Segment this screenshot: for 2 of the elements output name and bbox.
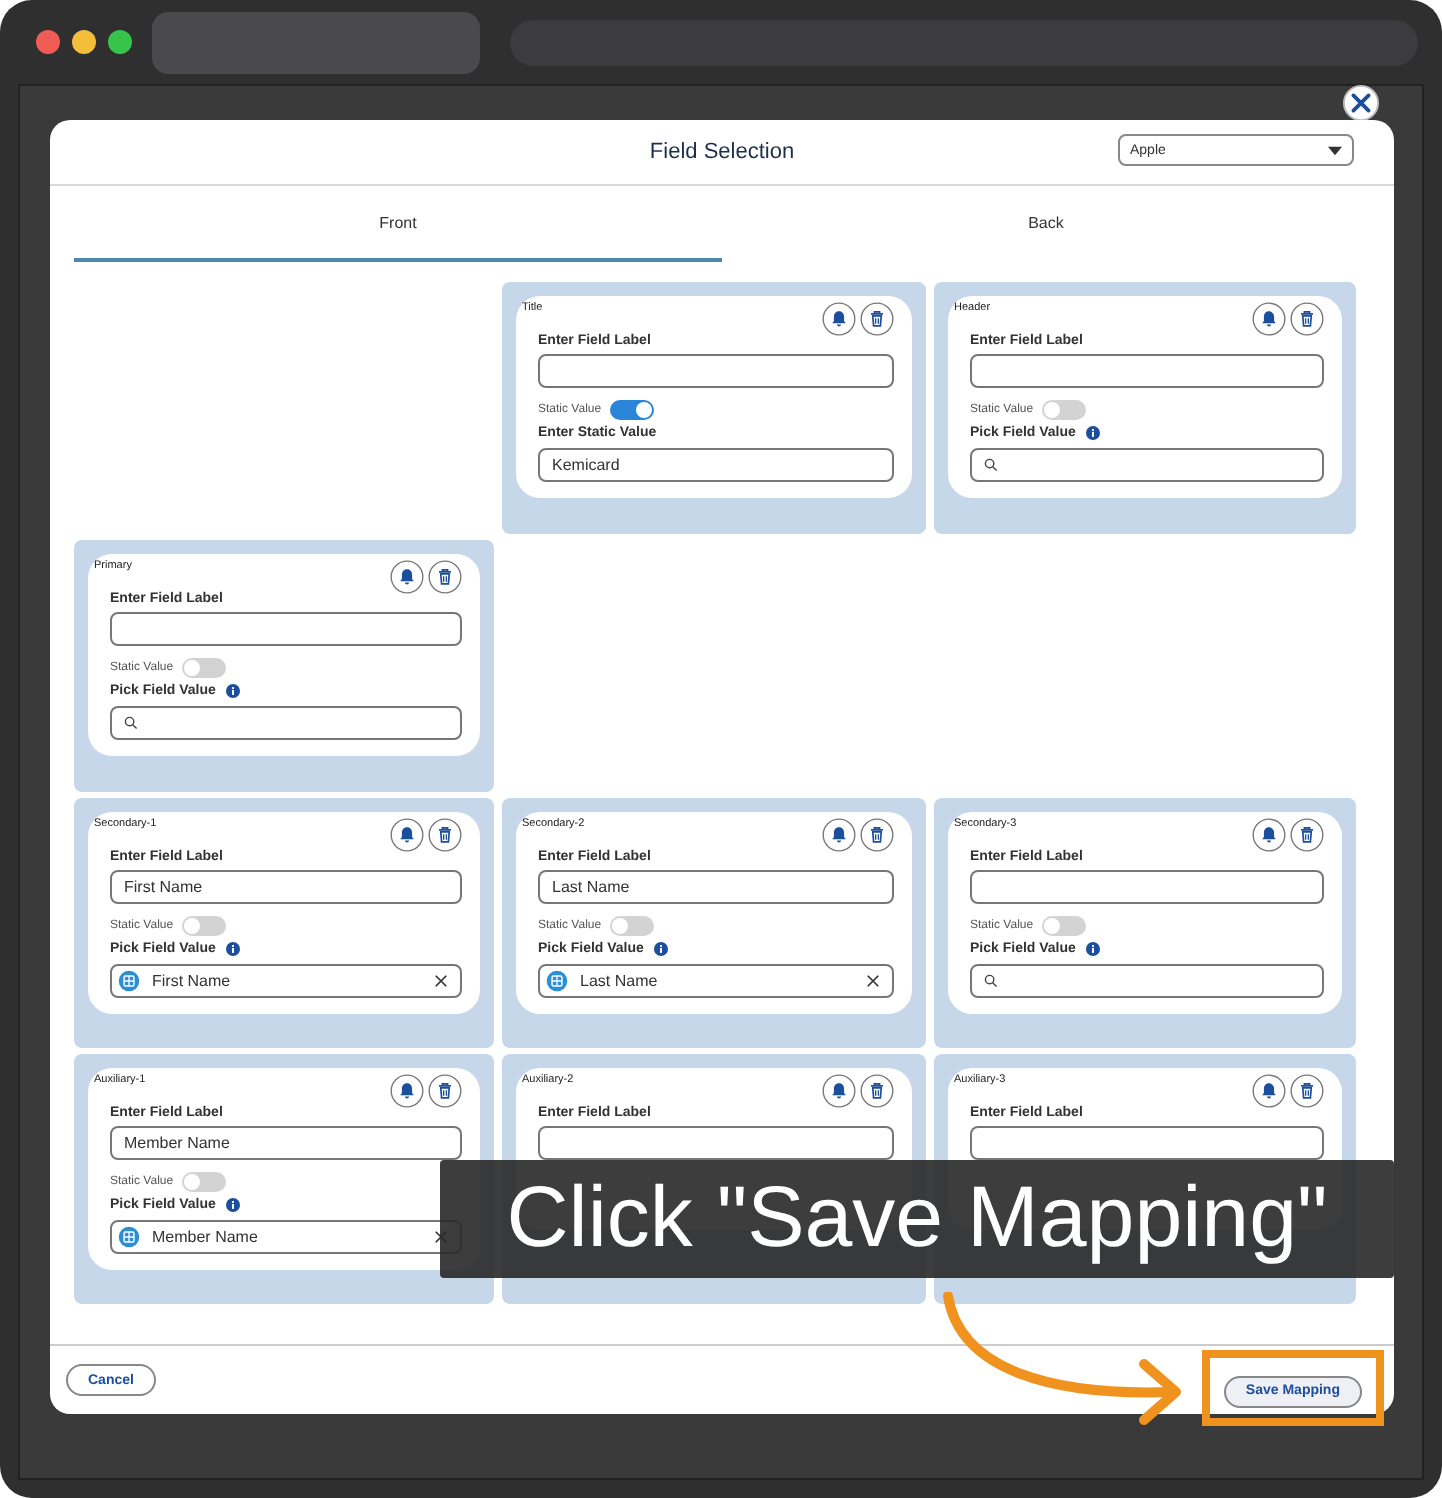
- instruction-tooltip: Click "Save Mapping": [440, 1160, 1394, 1278]
- dialog-title: Field Selection: [649, 140, 795, 164]
